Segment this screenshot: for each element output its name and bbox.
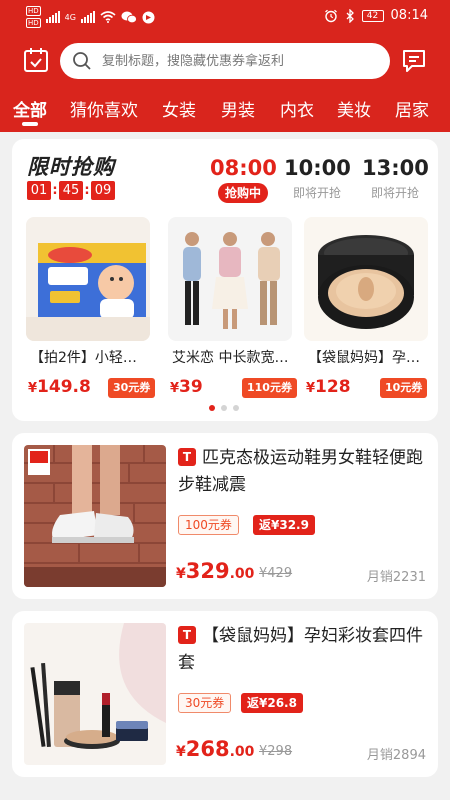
product-image xyxy=(24,623,166,765)
flash-sale-item[interactable]: 艾米恋 中长款宽… ¥39 110元券 xyxy=(168,217,297,403)
product-image xyxy=(304,217,428,341)
session-1000[interactable]: 10:00 即将开抢 xyxy=(284,155,351,203)
app-header: HD HD 4G 42 08:14 复制标题，搜隐藏优惠券拿返利 全部 猜你喜欢… xyxy=(0,0,450,132)
item-price: ¥128 xyxy=(306,377,351,397)
countdown-seconds: 09 xyxy=(91,181,115,200)
tab-mens-clothing[interactable]: 男装 xyxy=(221,96,255,121)
battery-icon: 42 xyxy=(361,9,384,22)
rebate-badge: 返¥32.9 xyxy=(253,515,315,535)
carousel-dot[interactable] xyxy=(221,405,227,411)
session-1300[interactable]: 13:00 即将开抢 xyxy=(362,155,429,203)
product-image xyxy=(26,217,150,341)
flash-sale-item[interactable]: 【拍2件】小轻… ¥149.8 30元券 xyxy=(26,217,156,403)
monthly-sales: 月销2894 xyxy=(366,748,426,763)
active-tab-indicator xyxy=(22,122,38,126)
session-time: 10:00 xyxy=(284,156,351,180)
product-title-text: 匹克态极运动鞋男女鞋轻便跑步鞋减震 xyxy=(178,448,423,495)
wifi-icon xyxy=(100,11,116,23)
session-time: 13:00 xyxy=(362,156,429,180)
alarm-icon xyxy=(324,9,337,22)
product-image xyxy=(24,445,166,587)
wechat-icon xyxy=(121,11,137,23)
countdown-hours: 01 xyxy=(27,181,51,200)
hd-icon: HD xyxy=(26,6,41,16)
original-price: ¥429 xyxy=(259,566,293,581)
battery-level: 42 xyxy=(366,10,379,21)
coupon-badge: 30元券 xyxy=(178,693,232,713)
session-status: 即将开抢 xyxy=(292,186,341,200)
session-status: 即将开抢 xyxy=(370,186,419,200)
hd-icon: HD xyxy=(26,18,41,28)
tmall-badge-icon: T xyxy=(178,626,196,644)
original-price: ¥298 xyxy=(259,744,293,759)
flash-sale-title: 限时抢购 xyxy=(27,155,115,179)
item-name: 艾米恋 中长款宽… xyxy=(172,350,289,366)
tab-all[interactable]: 全部 xyxy=(13,96,47,121)
carousel-dot-active[interactable] xyxy=(209,405,215,411)
coupon-badge: 100元券 xyxy=(178,515,239,535)
product-image xyxy=(168,217,292,341)
countdown-minutes: 45 xyxy=(59,181,83,200)
session-status: 抢购中 xyxy=(218,183,268,203)
product-price: ¥329.00 xyxy=(176,559,255,583)
app-notification-icon xyxy=(142,11,155,23)
session-time: 08:00 xyxy=(210,156,277,180)
tab-guess-you-like[interactable]: 猜你喜欢 xyxy=(70,96,138,121)
product-card[interactable]: T 匹克态极运动鞋男女鞋轻便跑步鞋减震 100元券 返¥32.9 ¥329.00 … xyxy=(12,433,438,599)
tab-makeup[interactable]: 美妆 xyxy=(337,96,371,121)
signal-icon xyxy=(80,11,95,23)
item-name: 【拍2件】小轻… xyxy=(30,350,137,366)
tab-womens-clothing[interactable]: 女装 xyxy=(162,96,196,121)
tmall-badge-icon: T xyxy=(178,448,196,466)
tab-underwear[interactable]: 内衣 xyxy=(280,96,314,121)
bluetooth-icon xyxy=(346,8,354,23)
search-bar[interactable] xyxy=(60,43,390,79)
item-price: ¥39 xyxy=(170,377,203,397)
product-card[interactable]: T 【袋鼠妈妈】孕妇彩妆套四件套 30元券 返¥26.8 ¥268.00 ¥298… xyxy=(12,611,438,777)
session-0800[interactable]: 08:00 抢购中 xyxy=(210,155,277,203)
carousel-dot[interactable] xyxy=(233,405,239,411)
tab-home[interactable]: 居家 xyxy=(395,96,429,121)
message-icon[interactable] xyxy=(401,48,427,74)
item-name: 【袋鼠妈妈】孕… xyxy=(308,350,420,366)
product-title: T 【袋鼠妈妈】孕妇彩妆套四件套 xyxy=(178,623,426,677)
product-price: ¥268.00 xyxy=(176,737,255,761)
product-title: T 匹克态极运动鞋男女鞋轻便跑步鞋减震 xyxy=(178,445,426,499)
network-label: 4G xyxy=(64,12,76,22)
signal-icon xyxy=(45,11,60,23)
rebate-badge: 返¥26.8 xyxy=(241,693,303,713)
countdown-timer: 01 : 45 : 09 xyxy=(27,181,115,200)
flash-sale-item[interactable]: 【袋鼠妈妈】孕… ¥128 10元券 xyxy=(304,217,428,403)
coupon-badge: 30元券 xyxy=(108,378,156,398)
item-price: ¥149.8 xyxy=(28,377,91,397)
flash-sale-card: 限时抢购 01 : 45 : 09 08:00 抢购中 10:00 即将开抢 1… xyxy=(12,139,438,421)
monthly-sales: 月销2231 xyxy=(366,570,426,585)
coupon-badge: 110元券 xyxy=(242,378,297,398)
search-icon xyxy=(73,52,91,70)
category-tabs: 全部 猜你喜欢 女装 男装 内衣 美妆 居家 xyxy=(0,92,450,132)
search-input[interactable] xyxy=(102,43,382,79)
status-bar: HD HD 4G 42 08:14 xyxy=(0,0,450,34)
product-title-text: 【袋鼠妈妈】孕妇彩妆套四件套 xyxy=(178,626,423,673)
status-time: 08:14 xyxy=(390,8,428,23)
calendar-check-icon[interactable] xyxy=(23,47,49,73)
carousel-dots xyxy=(209,405,239,411)
coupon-badge: 10元券 xyxy=(380,378,428,398)
